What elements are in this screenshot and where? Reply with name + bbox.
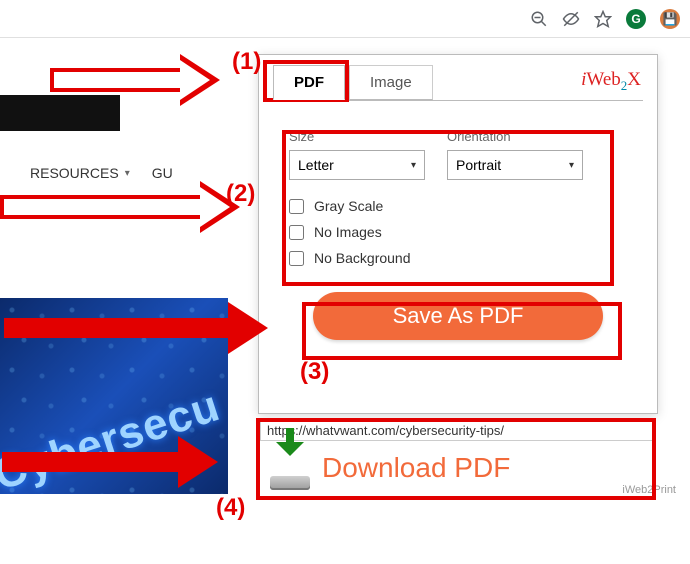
page-nav: RESOURCES▾ GU [30, 165, 173, 181]
chevron-down-icon: ▾ [411, 160, 416, 171]
result-url: https://whatvwant.com/cybersecurity-tips… [260, 420, 656, 441]
tab-image[interactable]: Image [349, 65, 433, 100]
chevron-down-icon: ▾ [569, 160, 574, 171]
grayscale-input[interactable] [289, 199, 304, 214]
orientation-select[interactable]: Portrait ▾ [447, 150, 583, 180]
eye-off-icon[interactable] [562, 10, 580, 28]
nobackground-checkbox[interactable]: No Background [289, 250, 627, 266]
noimages-label: No Images [314, 224, 382, 240]
annotation-num-4: (4) [216, 494, 245, 522]
grammarly-ext-icon[interactable]: G [626, 9, 646, 29]
orientation-label: Orientation [447, 129, 583, 144]
size-value: Letter [298, 157, 334, 173]
nav-guides-truncated[interactable]: GU [152, 165, 173, 181]
nobackground-input[interactable] [289, 251, 304, 266]
download-row: Download PDF [268, 440, 652, 496]
noimages-checkbox[interactable]: No Images [289, 224, 627, 240]
article-thumbnail[interactable]: Cybersecu [0, 298, 228, 494]
annotation-num-1: (1) [232, 48, 261, 76]
page-header-strip [0, 95, 120, 131]
brand-logo: iWeb2X [581, 69, 641, 94]
save-as-pdf-button[interactable]: Save As PDF [313, 292, 603, 340]
tab-pdf[interactable]: PDF [273, 65, 345, 100]
zoom-out-icon[interactable] [530, 10, 548, 28]
chevron-down-icon: ▾ [125, 168, 130, 179]
star-icon[interactable] [594, 10, 612, 28]
size-label: Size [289, 129, 425, 144]
grayscale-label: Gray Scale [314, 198, 383, 214]
download-pdf-link[interactable]: Download PDF [322, 452, 510, 484]
orientation-value: Portrait [456, 157, 501, 173]
noimages-input[interactable] [289, 225, 304, 240]
browser-toolbar: G 💾 [0, 0, 690, 38]
annotation-num-3: (3) [300, 358, 329, 386]
size-select[interactable]: Letter ▾ [289, 150, 425, 180]
nobackground-label: No Background [314, 250, 411, 266]
nav-resources[interactable]: RESOURCES▾ [30, 165, 130, 181]
watermark-text: iWeb2Print [622, 484, 676, 496]
grayscale-checkbox[interactable]: Gray Scale [289, 198, 627, 214]
pdf-options-panel: Size Letter ▾ Orientation Portrait ▾ Gra… [273, 100, 643, 360]
download-icon[interactable] [268, 446, 312, 490]
annotation-num-2: (2) [226, 180, 255, 208]
iweb2x-ext-icon[interactable]: 💾 [660, 9, 680, 29]
